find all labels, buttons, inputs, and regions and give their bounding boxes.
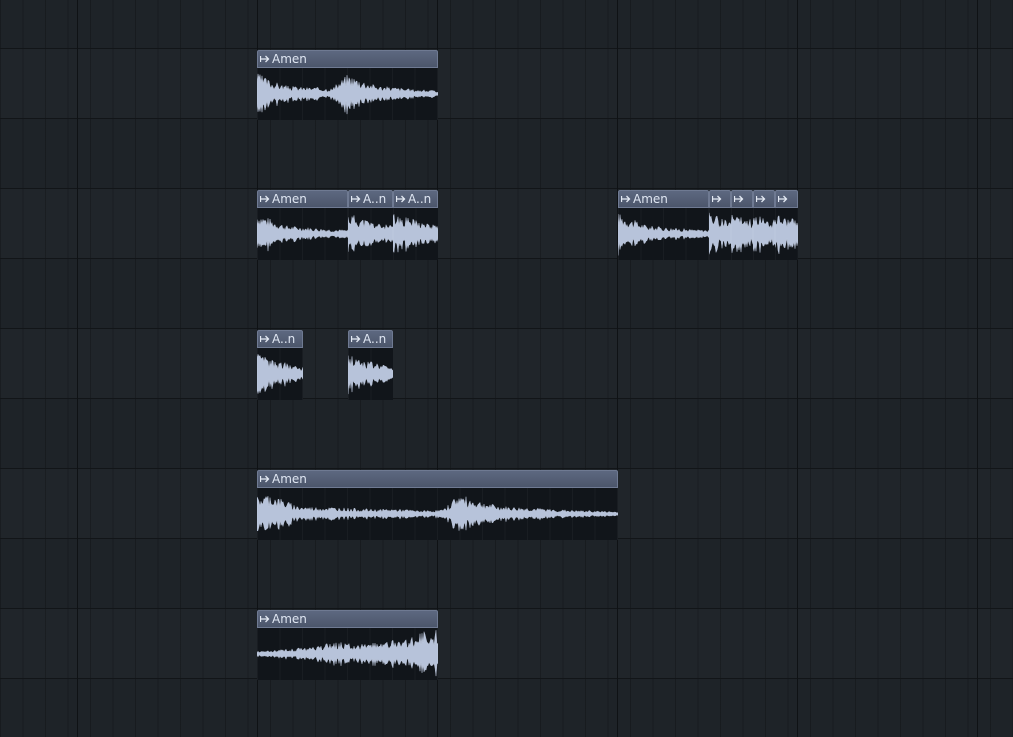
- bar-line: [77, 0, 78, 737]
- clip-waveform-area: [348, 348, 393, 400]
- clip-header[interactable]: Amen: [257, 50, 438, 68]
- clip-waveform-area: [257, 348, 303, 400]
- audio-clip-amen[interactable]: [753, 190, 775, 260]
- audio-clip-amen[interactable]: A..n: [393, 190, 438, 260]
- audio-clip-amen[interactable]: A..n: [348, 330, 393, 400]
- audio-clip-amen[interactable]: Amen: [618, 190, 709, 260]
- waveform: [709, 212, 731, 255]
- track-row[interactable]: [0, 539, 1013, 609]
- bar-line: [977, 0, 978, 737]
- waveform: [257, 218, 348, 252]
- waveform: [775, 215, 798, 254]
- clip-waveform-area: [257, 488, 618, 540]
- playlist-grid[interactable]: Amen Amen A..n A..n Amen A..n A..n Amen …: [0, 0, 1013, 737]
- clip-label: A..n: [408, 192, 432, 206]
- audio-clip-icon: [351, 334, 361, 344]
- clip-label: Amen: [272, 192, 307, 206]
- clip-waveform-area: [618, 208, 709, 260]
- waveform: [618, 213, 709, 256]
- audio-clip-icon: [778, 194, 788, 204]
- waveform: [731, 214, 753, 253]
- waveform: [257, 630, 438, 677]
- audio-clip-amen[interactable]: [775, 190, 798, 260]
- audio-clip-amen[interactable]: [709, 190, 731, 260]
- track-row[interactable]: [0, 679, 1013, 737]
- audio-clip-amen[interactable]: Amen: [257, 190, 348, 260]
- clip-header[interactable]: Amen: [257, 190, 348, 208]
- waveform: [257, 353, 303, 394]
- clip-label: A..n: [363, 332, 387, 346]
- clip-header[interactable]: [731, 190, 753, 208]
- clip-label: Amen: [272, 472, 307, 486]
- bar-line: [617, 0, 618, 737]
- track-row[interactable]: [0, 329, 1013, 399]
- audio-clip-icon: [621, 194, 631, 204]
- clip-waveform-area: [393, 208, 438, 260]
- clip-waveform-area: [753, 208, 775, 260]
- audio-clip-icon: [260, 194, 270, 204]
- clip-header[interactable]: A..n: [348, 330, 393, 348]
- audio-clip-icon: [734, 194, 744, 204]
- track-row[interactable]: [0, 189, 1013, 259]
- waveform: [753, 216, 775, 253]
- audio-clip-icon: [260, 474, 270, 484]
- clip-label: Amen: [633, 192, 668, 206]
- clip-header[interactable]: [775, 190, 798, 208]
- clip-waveform-area: [257, 628, 438, 680]
- clip-label: Amen: [272, 612, 307, 626]
- clip-header[interactable]: Amen: [618, 190, 709, 208]
- audio-clip-amen[interactable]: Amen: [257, 610, 438, 680]
- audio-clip-amen[interactable]: A..n: [348, 190, 393, 260]
- track-row[interactable]: [0, 259, 1013, 329]
- track-row[interactable]: [0, 399, 1013, 469]
- track-row[interactable]: [0, 0, 1013, 49]
- audio-clip-icon: [396, 194, 406, 204]
- audio-clip-icon: [260, 54, 270, 64]
- audio-clip-icon: [351, 194, 361, 204]
- track-row[interactable]: [0, 119, 1013, 189]
- clip-waveform-area: [257, 68, 438, 120]
- audio-clip-amen[interactable]: Amen: [257, 470, 618, 540]
- audio-clip-amen[interactable]: Amen: [257, 50, 438, 120]
- clip-header[interactable]: Amen: [257, 610, 438, 628]
- track-row[interactable]: [0, 49, 1013, 119]
- waveform: [257, 73, 438, 115]
- clip-label: A..n: [363, 192, 387, 206]
- audio-clip-amen[interactable]: [731, 190, 753, 260]
- clip-waveform-area: [348, 208, 393, 260]
- clip-header[interactable]: [709, 190, 731, 208]
- clip-waveform-area: [257, 208, 348, 260]
- clip-waveform-area: [709, 208, 731, 260]
- clip-waveform-area: [731, 208, 753, 260]
- clip-waveform-area: [775, 208, 798, 260]
- audio-clip-amen[interactable]: A..n: [257, 330, 303, 400]
- bar-line: [797, 0, 798, 737]
- clip-header[interactable]: A..n: [393, 190, 438, 208]
- clip-label: Amen: [272, 52, 307, 66]
- clip-label: A..n: [272, 332, 296, 346]
- clip-header[interactable]: A..n: [348, 190, 393, 208]
- waveform: [348, 355, 393, 395]
- audio-clip-icon: [712, 194, 722, 204]
- track-row[interactable]: [0, 609, 1013, 679]
- waveform: [348, 215, 393, 252]
- waveform: [393, 213, 438, 254]
- waveform: [257, 496, 618, 532]
- clip-header[interactable]: [753, 190, 775, 208]
- audio-clip-icon: [260, 614, 270, 624]
- clip-header[interactable]: A..n: [257, 330, 303, 348]
- clip-header[interactable]: Amen: [257, 470, 618, 488]
- audio-clip-icon: [260, 334, 270, 344]
- audio-clip-icon: [756, 194, 766, 204]
